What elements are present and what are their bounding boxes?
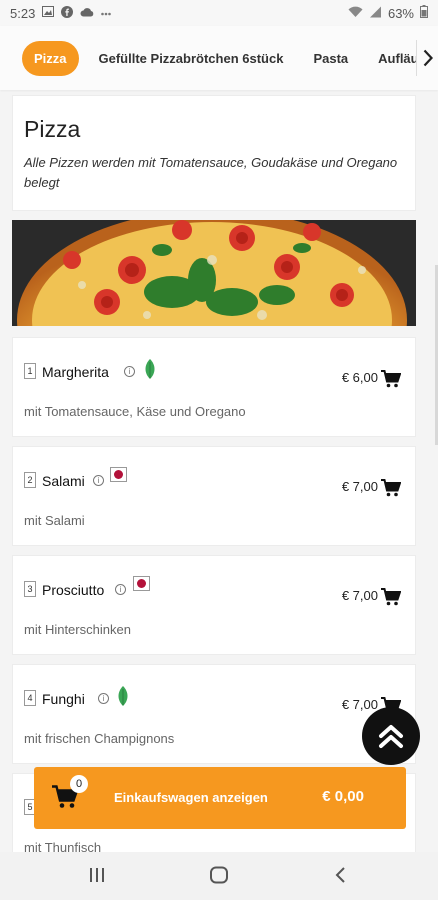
item-description: mit Salami bbox=[24, 513, 85, 528]
item-number: 4 bbox=[24, 690, 36, 706]
category-title: Pizza bbox=[24, 116, 81, 142]
item-number: 1 bbox=[24, 363, 36, 379]
info-icon[interactable]: i bbox=[98, 693, 109, 704]
item-name: Funghi bbox=[42, 691, 85, 707]
chevron-right-icon bbox=[423, 49, 433, 67]
cloud-icon bbox=[80, 7, 94, 20]
item-number: 3 bbox=[24, 581, 36, 597]
status-time: 5:23 bbox=[10, 5, 36, 21]
scroll-to-top-button[interactable] bbox=[362, 707, 420, 765]
meat-icon bbox=[110, 467, 127, 487]
facebook-icon bbox=[61, 5, 74, 21]
wifi-icon bbox=[348, 6, 363, 21]
item-price: € 7,00 bbox=[341, 479, 378, 494]
category-description: Alle Pizzen werden mit Tomatensauce, Gou… bbox=[24, 155, 398, 190]
battery-text: 63% bbox=[387, 5, 414, 21]
add-to-cart-icon[interactable] bbox=[381, 588, 402, 611]
menu-item-salami[interactable]: 2 Salami i € 7,00 mit Salami bbox=[12, 446, 416, 546]
tab-pizza[interactable]: Pizza bbox=[22, 40, 79, 76]
back-icon[interactable] bbox=[334, 866, 348, 889]
category-tabs: Pizza Gefüllte Pizzabrötchen 6stück Past… bbox=[0, 26, 438, 90]
item-name: Margherita bbox=[42, 364, 109, 380]
menu-item-funghi[interactable]: 4 Funghi i € 7,00 mit frischen Champigno… bbox=[12, 664, 416, 764]
home-icon[interactable] bbox=[209, 866, 229, 889]
item-description: mit frischen Champignons bbox=[24, 731, 175, 746]
show-cart-button[interactable]: 0 Einkaufswagen anzeigen € 0,00 bbox=[34, 767, 406, 829]
battery-icon bbox=[420, 5, 428, 21]
more-dots-icon bbox=[101, 7, 112, 19]
item-name: Salami bbox=[42, 473, 85, 489]
info-icon[interactable]: i bbox=[124, 366, 135, 377]
gallery-icon bbox=[42, 6, 55, 20]
double-chevron-up-icon bbox=[379, 725, 403, 748]
info-icon[interactable]: i bbox=[115, 584, 126, 595]
tabs-next-button[interactable] bbox=[416, 40, 438, 76]
item-number: 2 bbox=[24, 472, 36, 488]
menu-item-margherita[interactable]: 1 Margherita i € 6,00 mit Tomatensauce, … bbox=[12, 337, 416, 437]
meat-icon bbox=[133, 576, 150, 596]
tab-gefuellte-pizzabroetchen[interactable]: Gefüllte Pizzabrötchen 6stück bbox=[99, 51, 284, 66]
add-to-cart-icon[interactable] bbox=[381, 370, 402, 393]
menu-content: Pizza Alle Pizzen werden mit Tomatensauc… bbox=[12, 95, 416, 873]
menu-item-prosciutto[interactable]: 3 Prosciutto i € 7,00 mit Hinterschinken bbox=[12, 555, 416, 655]
item-name: Prosciutto bbox=[42, 582, 105, 598]
item-description: mit Tomatensauce, Käse und Oregano bbox=[24, 404, 246, 419]
cart-label: Einkaufswagen anzeigen bbox=[114, 790, 268, 805]
add-to-cart-icon[interactable] bbox=[381, 479, 402, 502]
vegetarian-leaf-icon bbox=[142, 358, 158, 385]
cart-total: € 0,00 bbox=[322, 788, 364, 805]
item-price: € 6,00 bbox=[341, 370, 378, 385]
item-description: mit Hinterschinken bbox=[24, 622, 131, 637]
item-price: € 7,00 bbox=[341, 588, 378, 603]
item-price: € 7,00 bbox=[341, 697, 378, 712]
status-bar: 5:23 63% bbox=[0, 0, 438, 26]
pizza-banner-image bbox=[12, 220, 416, 326]
category-header: Pizza Alle Pizzen werden mit Tomatensauc… bbox=[12, 95, 416, 211]
signal-icon bbox=[369, 6, 382, 21]
recent-apps-icon[interactable] bbox=[88, 866, 106, 889]
vegetarian-leaf-icon bbox=[115, 685, 131, 712]
cart-count-badge: 0 bbox=[70, 775, 88, 793]
info-icon[interactable]: i bbox=[93, 475, 104, 486]
android-nav-bar bbox=[0, 852, 438, 900]
tab-pasta[interactable]: Pasta bbox=[313, 51, 348, 66]
